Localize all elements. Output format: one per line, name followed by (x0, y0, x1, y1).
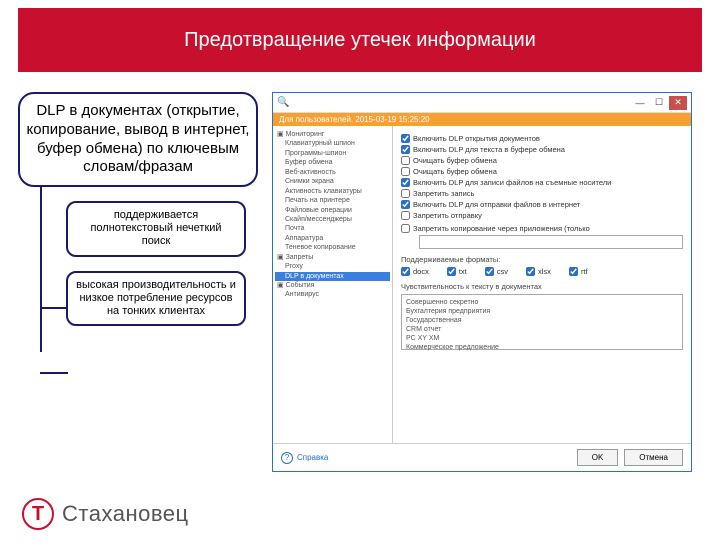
list-item[interactable]: PC XY XM (406, 334, 678, 343)
checkbox-input[interactable] (401, 211, 410, 220)
checkbox-c2b[interactable]: Очищать буфер обмена (401, 167, 683, 176)
connector-h1 (40, 307, 68, 309)
checkbox-c5[interactable]: Запретить копирование через приложения (… (401, 224, 683, 233)
tree-root[interactable]: ▣ Мониторинг (275, 130, 390, 139)
checkbox-c2[interactable]: Включить DLP для текста в буфере обмена (401, 145, 683, 154)
tree-item[interactable]: Теневое копирование (275, 243, 390, 252)
checkbox-input[interactable] (526, 267, 535, 276)
app-list-field[interactable] (419, 235, 683, 249)
checkbox-input[interactable] (401, 178, 410, 187)
tree-item[interactable]: Скайп/мессенджеры (275, 215, 390, 224)
list-item[interactable]: Коммерческое предложение (406, 343, 678, 352)
format-checkbox[interactable]: csv (485, 267, 508, 276)
maximize-button[interactable]: ☐ (650, 96, 668, 110)
format-checkbox[interactable]: txt (447, 267, 467, 276)
checkbox-input[interactable] (401, 145, 410, 154)
tree-item[interactable]: Печать на принтере (275, 196, 390, 205)
list-item[interactable]: Бухгалтерия предприятия (406, 307, 678, 316)
help-link[interactable]: ? Справка (281, 452, 328, 464)
checkbox-input[interactable] (447, 267, 456, 276)
tree-item[interactable]: Файловые операции (275, 206, 390, 215)
tree-item[interactable]: Аппаратура (275, 234, 390, 243)
title-banner: Предотвращение утечек информации (18, 8, 702, 72)
tree-item[interactable]: Почта (275, 224, 390, 233)
checkbox-input[interactable] (401, 134, 410, 143)
tree-group[interactable]: ▣ Запреты (275, 253, 390, 262)
logo-text: Стахановец (62, 501, 189, 527)
window-body: ▣ Мониторинг Клавиатурный шпион Программ… (273, 126, 691, 443)
window-buttons: — ☐ ✕ (631, 96, 687, 110)
page-title: Предотвращение утечек информации (184, 29, 536, 52)
help-label: Справка (297, 453, 328, 462)
list-item[interactable]: Государственная (406, 316, 678, 325)
sensitivity-label: Чувствительность к тексту в документах (401, 282, 683, 291)
list-item[interactable]: Совершенно секретно (406, 298, 678, 307)
tree-group[interactable]: ▣ События (275, 281, 390, 290)
diagram-node-main: DLP в документах (открытие, копирование,… (18, 92, 258, 187)
window-header: Для пользователей. 2015-03-19 15:25:20 (273, 113, 691, 126)
tree-item[interactable]: Клавиатурный шпион (275, 139, 390, 148)
help-icon: ? (281, 452, 293, 464)
settings-panel: Включить DLP открытия документов Включит… (393, 126, 691, 443)
checkbox-input[interactable] (485, 267, 494, 276)
tree-item[interactable]: Веб-активность (275, 168, 390, 177)
checkbox-c2a[interactable]: Очищать буфер обмена (401, 156, 683, 165)
content-row: DLP в документах (открытие, копирование,… (0, 72, 720, 472)
checkbox-c3a[interactable]: Запретить запись (401, 189, 683, 198)
sensitivity-listbox[interactable]: Совершенно секретно Бухгалтерия предприя… (401, 294, 683, 350)
logo: Т Стахановец (22, 498, 189, 530)
checkbox-input[interactable] (401, 167, 410, 176)
tree-item[interactable]: Буфер обмена (275, 158, 390, 167)
window-footer: ? Справка OK Отмена (273, 443, 691, 471)
checkbox-input[interactable] (401, 200, 410, 209)
connector-h2 (40, 372, 68, 374)
cancel-button[interactable]: Отмена (624, 449, 683, 466)
checkbox-input[interactable] (401, 224, 410, 233)
tree-item-selected[interactable]: DLP в документах (275, 272, 390, 281)
tree-item[interactable]: Программы-шпион (275, 149, 390, 158)
ok-button[interactable]: OK (577, 449, 619, 466)
checkbox-input[interactable] (401, 156, 410, 165)
diagram-node-sub2: высокая производительность и низкое потр… (66, 271, 246, 327)
formats-row: docx txt csv xlsx rtf (401, 267, 683, 276)
formats-label: Поддерживаемые форматы: (401, 255, 683, 264)
tree-item[interactable]: Активность клавиатуры (275, 187, 390, 196)
close-button[interactable]: ✕ (669, 96, 687, 110)
diagram-column: DLP в документах (открытие, копирование,… (18, 92, 258, 472)
checkbox-input[interactable] (401, 189, 410, 198)
checkbox-c1[interactable]: Включить DLP открытия документов (401, 134, 683, 143)
window-titlebar: 🔍 — ☐ ✕ (273, 93, 691, 113)
tree-item[interactable]: Proxy (275, 262, 390, 271)
tree-panel[interactable]: ▣ Мониторинг Клавиатурный шпион Программ… (273, 126, 393, 443)
app-window: 🔍 — ☐ ✕ Для пользователей. 2015-03-19 15… (272, 92, 692, 472)
minimize-button[interactable]: — (631, 96, 649, 110)
connector-vertical (40, 172, 42, 352)
checkbox-c4a[interactable]: Запретить отправку (401, 211, 683, 220)
checkbox-input[interactable] (401, 267, 410, 276)
format-checkbox[interactable]: xlsx (526, 267, 551, 276)
checkbox-c3[interactable]: Включить DLP для записи файлов на съемны… (401, 178, 683, 187)
search-icon[interactable]: 🔍 (277, 97, 289, 108)
format-checkbox[interactable]: rtf (569, 267, 588, 276)
tree-item[interactable]: Снимки экрана (275, 177, 390, 186)
diagram-node-sub1: поддерживается полнотекстовый нечеткий п… (66, 201, 246, 257)
checkbox-input[interactable] (569, 267, 578, 276)
logo-mark: Т (22, 498, 54, 530)
checkbox-c4[interactable]: Включить DLP для отправки файлов в интер… (401, 200, 683, 209)
list-item[interactable]: CRM отчет (406, 325, 678, 334)
tree-item[interactable]: Антивирус (275, 290, 390, 299)
format-checkbox[interactable]: docx (401, 267, 429, 276)
